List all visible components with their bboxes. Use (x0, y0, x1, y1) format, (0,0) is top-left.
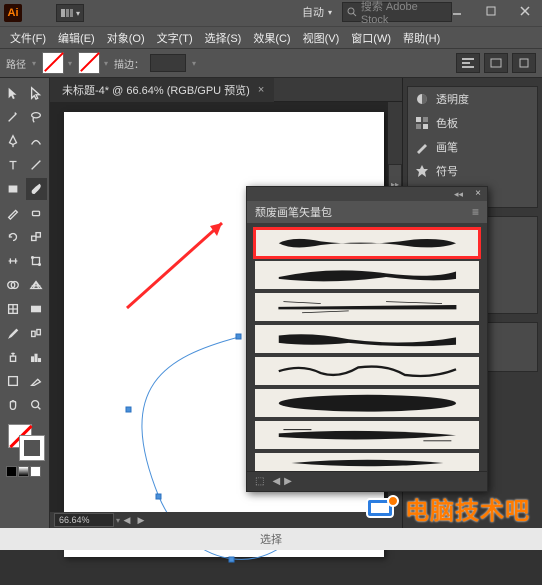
mesh-tool[interactable] (2, 298, 24, 320)
hand-tool[interactable] (2, 394, 24, 416)
width-tool[interactable] (2, 250, 24, 272)
zoom-tool[interactable] (26, 394, 48, 416)
panel-brushes[interactable]: 画笔 (408, 135, 537, 159)
canvas-area[interactable]: 未标题-4* @ 66.64% (RGB/GPU 预览) × (50, 78, 402, 528)
window-maximize[interactable] (474, 0, 508, 22)
brush-item[interactable] (255, 453, 479, 471)
type-tool[interactable] (2, 154, 24, 176)
free-transform-tool[interactable] (26, 250, 48, 272)
nav-prev-icon[interactable]: ◀ (120, 513, 134, 527)
fill-swatch[interactable] (42, 52, 64, 74)
panel-collapse-icon[interactable]: ◂◂ (454, 189, 463, 200)
menu-file[interactable]: 文件(F) (4, 27, 52, 49)
rotate-tool[interactable] (2, 226, 24, 248)
presets-icon[interactable] (512, 53, 536, 73)
menu-type[interactable]: 文字(T) (151, 27, 199, 49)
stroke-swatch[interactable] (78, 52, 100, 74)
brush-item[interactable] (255, 293, 479, 321)
menu-window[interactable]: 窗口(W) (345, 27, 397, 49)
brush-item[interactable] (255, 261, 479, 289)
menu-object[interactable]: 对象(O) (101, 27, 151, 49)
canvas-bottom-bar: 66.64% ▾ ◀ ▶ (50, 512, 402, 528)
titlebar: Ai ▾ 自动▾ 搜索 Adobe Stock (0, 0, 542, 26)
menu-select[interactable]: 选择(S) (199, 27, 248, 49)
window-close[interactable] (508, 0, 542, 22)
nav-next-icon[interactable]: ▶ (134, 513, 148, 527)
transform-icon[interactable] (484, 53, 508, 73)
blend-tool[interactable] (26, 322, 48, 344)
panel-transparency[interactable]: 透明度 (408, 87, 537, 111)
perspective-grid-tool[interactable] (26, 274, 48, 296)
artboard-tool[interactable] (2, 370, 24, 392)
brush-panel-title: 颓废画笔矢量包 (255, 204, 332, 220)
color-mode-solid[interactable] (6, 466, 17, 477)
document-tab[interactable]: 未标题-4* @ 66.64% (RGB/GPU 预览) × (50, 78, 274, 102)
annotation-arrow (122, 208, 242, 321)
app-logo: Ai (4, 4, 22, 22)
brush-item[interactable] (255, 389, 479, 417)
pencil-tool[interactable] (2, 202, 24, 224)
close-tab-icon[interactable]: × (258, 84, 264, 96)
brush-item[interactable] (255, 325, 479, 353)
status-text: 选择 (260, 531, 282, 547)
search-placeholder: 搜索 Adobe Stock (361, 0, 447, 26)
brush-list[interactable] (247, 223, 487, 471)
menu-view[interactable]: 视图(V) (297, 27, 346, 49)
watermark-text: 电脑技术吧 (405, 491, 530, 526)
direct-selection-tool[interactable] (26, 82, 48, 104)
color-mode-gradient[interactable] (18, 466, 29, 477)
document-tabs: 未标题-4* @ 66.64% (RGB/GPU 预览) × (50, 78, 402, 102)
paintbrush-tool[interactable] (26, 178, 48, 200)
gradient-tool[interactable] (26, 298, 48, 320)
brush-item[interactable] (255, 357, 479, 385)
menu-edit[interactable]: 编辑(E) (52, 27, 101, 49)
fill-stroke-indicator[interactable] (2, 424, 47, 462)
slice-tool[interactable] (26, 370, 48, 392)
symbol-sprayer-tool[interactable] (2, 346, 24, 368)
control-bar: 路径 ▾ ▾ ▾ 描边： ▾ (0, 48, 542, 78)
selection-type-label: 路径 (6, 56, 26, 71)
lasso-tool[interactable] (26, 106, 48, 128)
selection-tool[interactable] (2, 82, 24, 104)
watermark: 电脑技术吧 (365, 491, 530, 526)
menubar: 文件(F) 编辑(E) 对象(O) 文字(T) 选择(S) 效果(C) 视图(V… (0, 26, 542, 48)
panel-menu-icon[interactable]: ≡ (472, 205, 479, 219)
column-graph-tool[interactable] (26, 346, 48, 368)
window-minimize[interactable] (440, 0, 474, 22)
menu-effect[interactable]: 效果(C) (247, 27, 296, 49)
scale-tool[interactable] (26, 226, 48, 248)
brush-library-panel: ◂◂ × 颓废画笔矢量包 ≡ ⬚ ◀ ▶ (246, 186, 488, 492)
brush-item[interactable] (255, 229, 479, 257)
shape-builder-tool[interactable] (2, 274, 24, 296)
panel-symbols[interactable]: 符号 (408, 159, 537, 183)
brush-trash-icon[interactable]: ⬚ (255, 476, 264, 487)
stock-search[interactable]: 搜索 Adobe Stock (342, 2, 452, 22)
panel-close-icon[interactable]: × (475, 188, 481, 199)
document-tab-title: 未标题-4* @ 66.64% (RGB/GPU 预览) (62, 82, 250, 98)
curvature-tool[interactable] (26, 130, 48, 152)
layout-auto[interactable]: 自动▾ (302, 4, 332, 20)
eraser-tool[interactable] (26, 202, 48, 224)
stroke-weight-input[interactable] (150, 54, 186, 72)
pen-tool[interactable] (2, 130, 24, 152)
align-icon[interactable] (456, 53, 480, 73)
eyedropper-tool[interactable] (2, 322, 24, 344)
toolbox (0, 78, 50, 528)
next-library-icon[interactable]: ▶ (284, 476, 292, 487)
brush-item[interactable] (255, 421, 479, 449)
watermark-logo-icon (365, 493, 399, 524)
prev-library-icon[interactable]: ◀ (272, 476, 280, 487)
stroke-label: 描边： (114, 56, 144, 71)
status-bar: 选择 (0, 528, 542, 550)
magic-wand-tool[interactable] (2, 106, 24, 128)
rectangle-tool[interactable] (2, 178, 24, 200)
menu-help[interactable]: 帮助(H) (397, 27, 446, 49)
line-tool[interactable] (26, 154, 48, 176)
workspace-switcher[interactable]: ▾ (56, 4, 84, 22)
panel-swatches[interactable]: 色板 (408, 111, 537, 135)
zoom-input[interactable]: 66.64% (54, 513, 114, 527)
color-mode-none[interactable] (30, 466, 41, 477)
